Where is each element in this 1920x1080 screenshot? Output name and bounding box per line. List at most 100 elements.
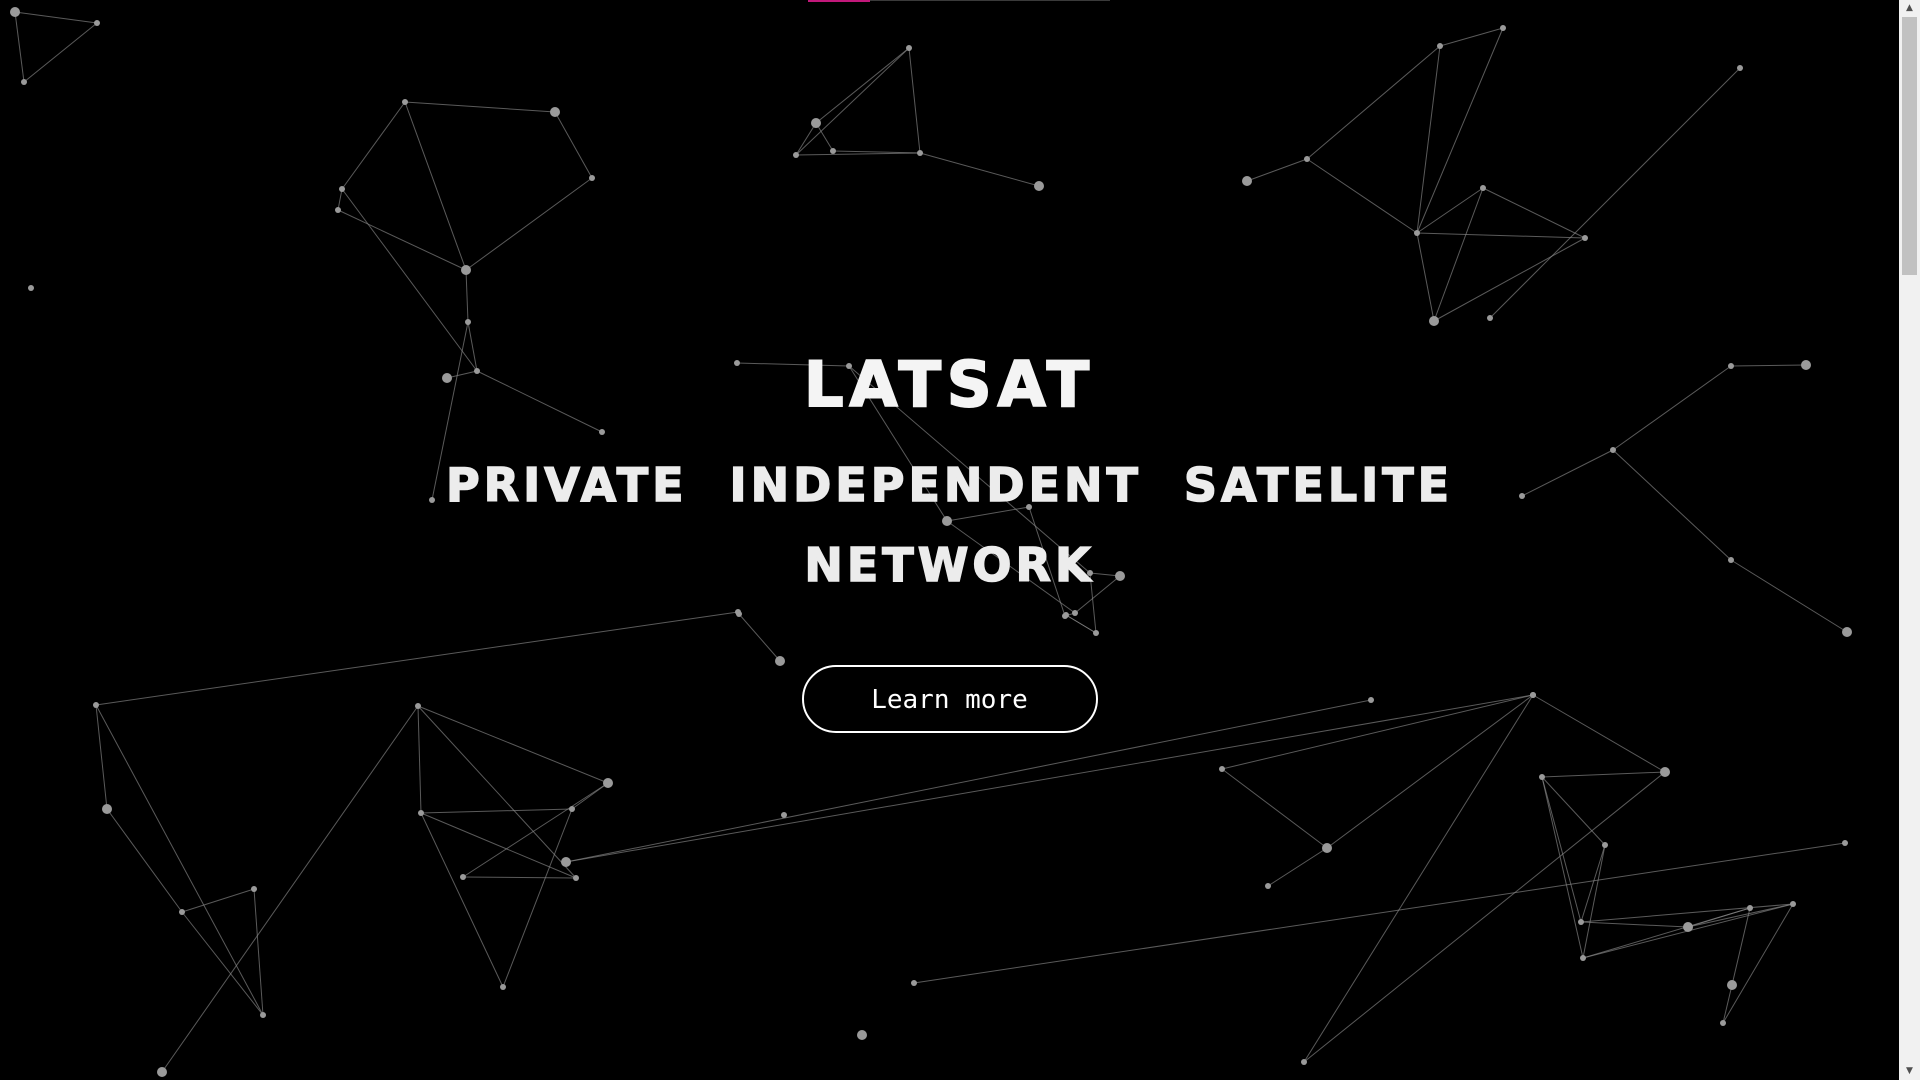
- network-link: [253, 888, 264, 1016]
- network-link: [181, 911, 264, 1016]
- network-link: [1722, 984, 1733, 1024]
- network-node: [811, 118, 821, 128]
- network-node: [461, 265, 471, 275]
- learn-more-button[interactable]: Learn more: [801, 665, 1098, 733]
- network-link: [1433, 187, 1484, 322]
- network-node: [793, 152, 799, 158]
- network-node: [561, 857, 571, 867]
- vertical-scrollbar[interactable]: ▲ ▼: [1899, 0, 1920, 1080]
- network-link: [337, 188, 343, 211]
- network-link: [908, 47, 921, 154]
- network-node: [21, 79, 27, 85]
- network-link: [1541, 776, 1584, 959]
- network-link: [832, 150, 921, 154]
- network-node: [1727, 980, 1737, 990]
- network-node: [179, 909, 185, 915]
- network-node: [830, 148, 836, 154]
- network-link: [404, 101, 467, 271]
- network-node: [917, 150, 923, 156]
- network-link: [1221, 768, 1328, 849]
- network-node: [1602, 842, 1608, 848]
- network-link: [1433, 237, 1586, 322]
- network-link: [181, 888, 255, 913]
- network-link: [1267, 847, 1328, 887]
- network-node: [1322, 843, 1332, 853]
- network-link: [1722, 903, 1794, 1024]
- network-node: [1683, 922, 1693, 932]
- hero-section: LATSAT PRIVATE INDEPENDENT SATELITE NETW…: [0, 345, 1899, 733]
- scroll-down-arrow-icon[interactable]: ▼: [1899, 1063, 1920, 1080]
- network-node: [1304, 156, 1310, 162]
- network-link: [161, 705, 419, 1073]
- network-node: [1582, 235, 1588, 241]
- network-node: [906, 45, 912, 51]
- network-link: [554, 111, 593, 179]
- network-node: [10, 7, 20, 17]
- network-link: [1246, 158, 1308, 182]
- network-node: [1842, 840, 1848, 846]
- network-node: [1034, 181, 1044, 191]
- network-link: [1416, 232, 1586, 239]
- network-node: [157, 1067, 167, 1077]
- network-node: [1737, 65, 1743, 71]
- network-node: [1660, 767, 1670, 777]
- network-link: [815, 47, 910, 124]
- network-link: [1489, 67, 1741, 319]
- network-node: [1301, 1059, 1307, 1065]
- network-link: [341, 188, 478, 372]
- network-node: [1429, 316, 1439, 326]
- network-node: [102, 804, 112, 814]
- network-link: [1541, 771, 1666, 778]
- network-node: [1580, 955, 1586, 961]
- network-link: [106, 808, 183, 913]
- network-node: [857, 1030, 867, 1040]
- network-link: [913, 842, 1846, 984]
- network-link: [795, 47, 910, 156]
- network-node: [911, 980, 917, 986]
- network-node: [589, 175, 595, 181]
- network-node: [1414, 230, 1420, 236]
- network-node: [1487, 315, 1493, 321]
- network-node: [460, 874, 466, 880]
- network-node: [500, 984, 506, 990]
- network-link: [1687, 903, 1794, 928]
- network-link: [420, 812, 504, 988]
- network-link: [337, 209, 467, 271]
- network-node: [251, 886, 257, 892]
- network-node: [94, 20, 100, 26]
- network-node: [28, 285, 34, 291]
- network-node: [1265, 883, 1271, 889]
- network-node: [603, 778, 613, 788]
- network-node: [1500, 25, 1506, 31]
- network-link: [465, 269, 469, 323]
- network-link: [1582, 844, 1606, 959]
- network-link: [919, 152, 1040, 187]
- hero-subtitle: PRIVATE INDEPENDENT SATELITE NETWORK: [445, 457, 1454, 593]
- network-link: [1580, 844, 1606, 923]
- network-link: [420, 808, 573, 814]
- network-node: [781, 812, 787, 818]
- network-node: [569, 806, 575, 812]
- network-node: [1480, 185, 1486, 191]
- hero-title: LATSAT: [803, 347, 1096, 422]
- network-node: [335, 207, 341, 213]
- network-node: [418, 810, 424, 816]
- scroll-up-arrow-icon[interactable]: ▲: [1899, 0, 1920, 17]
- network-link: [1416, 232, 1435, 322]
- network-node: [465, 319, 471, 325]
- page: LATSAT PRIVATE INDEPENDENT SATELITE NETW…: [0, 0, 1899, 1080]
- network-node: [1747, 905, 1753, 911]
- network-node: [550, 107, 560, 117]
- top-progress-track: [870, 0, 1110, 1]
- network-node: [1437, 43, 1443, 49]
- network-link: [1731, 907, 1751, 986]
- network-node: [402, 99, 408, 105]
- network-link: [1482, 187, 1586, 239]
- network-node: [1539, 774, 1545, 780]
- network-node: [260, 1012, 266, 1018]
- network-node: [1578, 919, 1584, 925]
- network-link: [1580, 903, 1794, 923]
- network-link: [462, 876, 577, 879]
- network-link: [14, 11, 25, 83]
- scrollbar-thumb[interactable]: [1902, 17, 1917, 275]
